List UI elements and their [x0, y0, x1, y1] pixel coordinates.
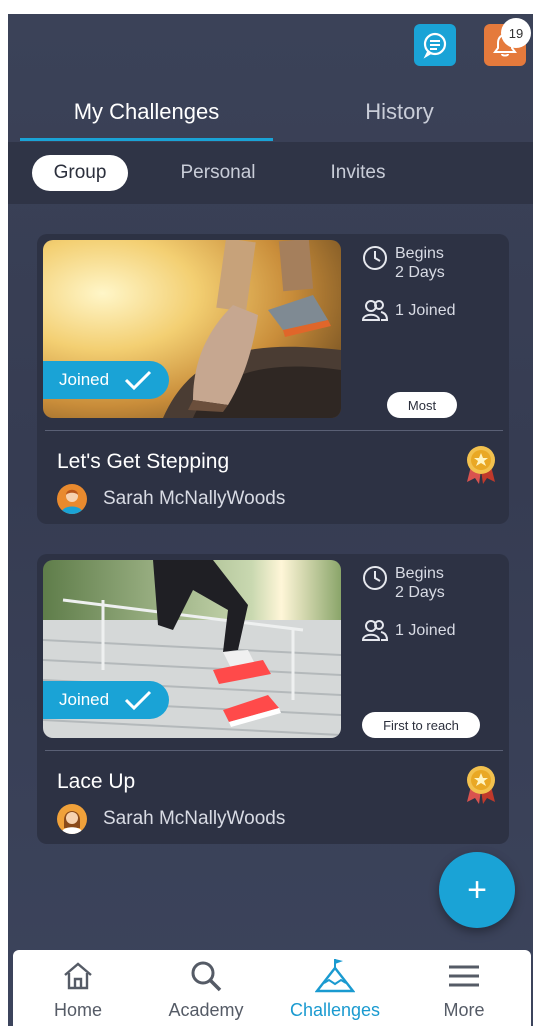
owner-name: Sarah McNallyWoods	[103, 808, 286, 829]
checkmark-icon	[125, 370, 152, 391]
medal-icon	[467, 446, 495, 484]
subtab-invites[interactable]: Invites	[312, 155, 404, 191]
card-divider	[45, 750, 503, 751]
begins-label: Begins	[395, 245, 444, 262]
medal-icon	[467, 766, 495, 804]
notification-badge: 19	[501, 18, 531, 48]
begins-value: 2 Days	[395, 264, 445, 281]
user-avatar-icon	[61, 489, 83, 514]
chat-icon	[423, 32, 447, 59]
nav-home[interactable]: Home	[18, 958, 138, 1024]
top-bar: 19	[8, 14, 533, 84]
checkmark-icon	[125, 690, 152, 711]
subtab-personal[interactable]: Personal	[168, 155, 268, 191]
challenge-owner: Sarah McNallyWoods	[57, 484, 285, 514]
challenge-owner: Sarah McNallyWoods	[57, 804, 285, 834]
card-divider	[45, 430, 503, 431]
owner-name: Sarah McNallyWoods	[103, 488, 286, 509]
nav-label: Academy	[168, 1000, 244, 1020]
subtab-group[interactable]: Group	[32, 155, 128, 191]
search-icon	[191, 961, 222, 992]
challenge-type-badge: Most	[387, 392, 457, 418]
nav-academy[interactable]: Academy	[146, 958, 266, 1024]
avatar	[57, 484, 87, 514]
nav-label: More	[443, 1000, 485, 1020]
app-screen: 19 My Challenges History Group Personal …	[8, 14, 533, 1026]
challenge-card[interactable]: Joined Begins 2 Days 1 Joined	[37, 554, 509, 844]
joined-badge-label: Joined	[59, 690, 110, 709]
bottom-navigation: Home Academy Challenges More	[13, 950, 531, 1026]
challenge-title: Let's Get Stepping	[57, 450, 230, 473]
chat-button[interactable]	[414, 24, 456, 66]
begins-info: Begins 2 Days	[361, 244, 445, 282]
joined-count: 1 Joined	[395, 621, 456, 639]
begins-info: Begins 2 Days	[361, 564, 445, 602]
add-challenge-button[interactable]: +	[439, 852, 515, 928]
menu-icon	[449, 965, 479, 987]
nav-more[interactable]: More	[404, 958, 524, 1024]
joined-badge: Joined	[43, 361, 169, 399]
nav-challenges[interactable]: Challenges	[275, 958, 395, 1024]
participants-info: 1 Joined	[361, 298, 456, 322]
joined-badge-label: Joined	[59, 370, 110, 389]
joined-badge: Joined	[43, 681, 169, 719]
tab-my-challenges[interactable]: My Challenges	[20, 84, 273, 140]
home-icon	[64, 962, 92, 990]
participants-info: 1 Joined	[361, 618, 456, 642]
active-tab-indicator	[20, 138, 273, 141]
user-avatar-icon	[61, 811, 83, 834]
main-tabs: My Challenges History	[8, 84, 533, 140]
avatar	[57, 804, 87, 834]
users-icon	[361, 300, 389, 321]
challenge-card[interactable]: Joined Begins 2 Days 1 Joined	[37, 234, 509, 524]
users-icon	[361, 620, 389, 641]
tab-history[interactable]: History	[273, 84, 526, 140]
challenge-title: Lace Up	[57, 770, 136, 793]
challenge-type-badge: First to reach	[362, 712, 480, 738]
mountain-flag-icon	[315, 959, 355, 993]
challenge-filter-tabs: Group Personal Invites	[8, 142, 533, 204]
joined-count: 1 Joined	[395, 301, 456, 319]
clock-icon	[363, 246, 387, 270]
begins-label: Begins	[395, 565, 444, 582]
begins-value: 2 Days	[395, 584, 445, 601]
nav-label: Challenges	[289, 1000, 381, 1020]
nav-label: Home	[53, 1000, 102, 1020]
clock-icon	[363, 566, 387, 590]
